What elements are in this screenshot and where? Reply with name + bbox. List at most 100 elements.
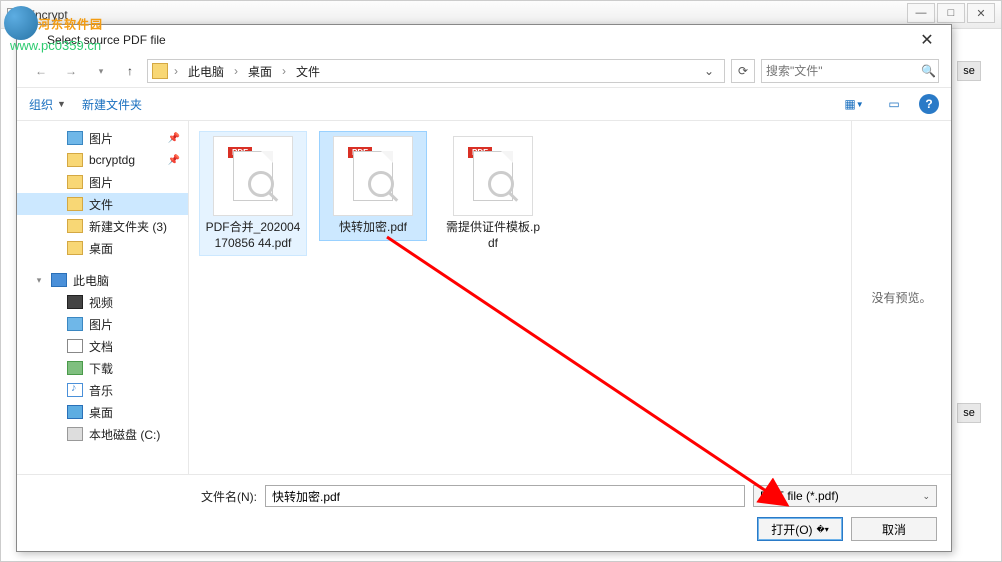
nav-back-button[interactable]: ← [29,59,53,83]
navigation-tree[interactable]: 图片📌bcryptdg📌图片文件新建文件夹 (3)桌面▾此电脑视频图片文档下载音… [17,121,189,474]
toolbar: 组织▼ 新建文件夹 ▦ ▼ ▭ ? [17,87,951,121]
filetype-value: PDF file (*.pdf) [760,489,839,503]
tree-item[interactable]: 视频 [17,291,188,313]
tree-item[interactable]: 图片 📌 [17,127,188,149]
tree-item[interactable]: 新建文件夹 (3) [17,215,188,237]
vid-icon [67,295,83,309]
tree-item[interactable]: 桌面 [17,237,188,259]
tree-item[interactable]: 下载 [17,357,188,379]
expander-icon[interactable]: ▾ [33,275,45,286]
pin-icon: 📌 [168,133,180,144]
breadcrumb-dropdown[interactable]: ⌄ [698,64,720,78]
file-label: 需提供证件模板.pdf [444,220,542,251]
file-label: 快转加密.pdf [339,220,407,236]
help-button[interactable]: ? [919,94,939,114]
file-thumbnail: PDF [453,136,533,216]
pic-icon [67,317,83,331]
breadcrumb-current[interactable]: 文件 [292,61,324,82]
tree-item-label: 视频 [89,294,113,311]
tree-item-label: 本地磁盘 (C:) [89,426,160,443]
tree-item-label: 桌面 [89,404,113,421]
tree-item-label: 桌面 [89,240,113,257]
chevron-right-icon: › [278,64,290,78]
cancel-button[interactable]: 取消 [851,517,937,541]
tree-item-label: 音乐 [89,382,113,399]
bg-close-button[interactable]: ✕ [967,3,995,23]
tree-item-label: 文档 [89,338,113,355]
magnifier-icon [488,171,514,197]
tree-item[interactable]: 音乐 [17,379,188,401]
file-thumbnail: PDF [213,136,293,216]
breadcrumb-root[interactable]: 此电脑 [184,61,228,82]
bg-minimize-button[interactable]: — [907,3,935,23]
folder-icon [67,175,83,189]
filename-input[interactable] [265,485,745,507]
down-icon [67,361,83,375]
tree-item[interactable]: 图片 [17,313,188,335]
pc-icon [51,273,67,287]
tree-item[interactable]: 桌面 [17,401,188,423]
breadcrumb-desktop[interactable]: 桌面 [244,61,276,82]
dialog-close-button[interactable]: ✕ [913,26,941,54]
tree-item-label: 图片 [89,130,113,147]
view-mode-button[interactable]: ▦ ▼ [839,93,869,115]
folder-icon [67,219,83,233]
chevron-down-icon: ▼ [57,99,66,109]
pin-icon: 📌 [168,155,180,166]
search-input[interactable] [766,64,921,78]
tree-item[interactable]: 图片 [17,171,188,193]
file-item[interactable]: PDF 需提供证件模板.pdf [439,131,547,256]
bg-window-buttons: — □ ✕ [907,3,995,23]
split-dropdown-icon[interactable]: �▾ [817,525,829,534]
folder-icon [67,241,83,255]
new-folder-button[interactable]: 新建文件夹 [82,96,142,113]
tree-item-label: 此电脑 [73,272,109,289]
pic-icon [67,131,83,145]
preview-empty-text: 没有预览。 [871,289,931,306]
bg-fragment-1: se [957,61,981,81]
bg-maximize-button[interactable]: □ [937,3,965,23]
disk-icon [67,427,83,441]
open-button[interactable]: 打开(O) �▾ [757,517,843,541]
tree-item-label: 图片 [89,316,113,333]
magnifier-icon [368,171,394,197]
magnifier-icon [248,171,274,197]
refresh-button[interactable]: ⟳ [731,59,755,83]
filetype-select[interactable]: PDF file (*.pdf) ⌄ [753,485,937,507]
music-icon [67,383,83,397]
file-label: PDF合并_202004170856 44.pdf [204,220,302,251]
dialog-title: Select source PDF file [47,33,913,47]
file-item[interactable]: PDF快转加密.pdf [319,131,427,241]
tree-item[interactable]: ▾ 此电脑 [17,269,188,291]
tree-item-label: 文件 [89,196,113,213]
tree-item[interactable]: 文件 [17,193,188,215]
file-list[interactable]: PDFPDF合并_202004170856 44.pdfPDF快转加密.pdfP… [189,121,851,474]
tree-item-label: 下载 [89,360,113,377]
dialog-footer: 文件名(N): PDF file (*.pdf) ⌄ 打开(O) �▾ 取消 [17,474,951,551]
file-open-dialog: Select source PDF file ✕ ← → ▾ ↑ › 此电脑 ›… [16,24,952,552]
filename-label: 文件名(N): [201,488,257,505]
dialog-titlebar: Select source PDF file ✕ [17,25,951,55]
organize-menu[interactable]: 组织▼ [29,96,66,113]
preview-pane: 没有预览。 [851,121,951,474]
nav-recent-dropdown[interactable]: ▾ [89,59,113,83]
nav-up-button[interactable]: ↑ [119,60,141,82]
desk-icon [67,405,83,419]
search-icon[interactable]: 🔍 [921,64,936,78]
folder-icon [67,197,83,211]
chevron-down-icon: ⌄ [922,491,930,502]
search-box[interactable]: 🔍 [761,59,939,83]
bg-window-title: Encrypt [27,8,68,22]
file-item[interactable]: PDF PDF合并_202004170856 44.pdf [199,131,307,256]
folder-icon [67,153,83,167]
tree-item[interactable]: 本地磁盘 (C:) [17,423,188,445]
tree-item[interactable]: bcryptdg📌 [17,149,188,171]
tree-item-label: 图片 [89,174,113,191]
breadcrumb[interactable]: › 此电脑 › 桌面 › 文件 ⌄ [147,59,725,83]
nav-forward-button[interactable]: → [59,59,83,83]
bg-fragment-2: se [957,403,981,423]
preview-pane-button[interactable]: ▭ [879,93,909,115]
tree-item[interactable]: 文档 [17,335,188,357]
checkbox-icon[interactable] [7,8,21,22]
folder-icon [152,63,168,79]
